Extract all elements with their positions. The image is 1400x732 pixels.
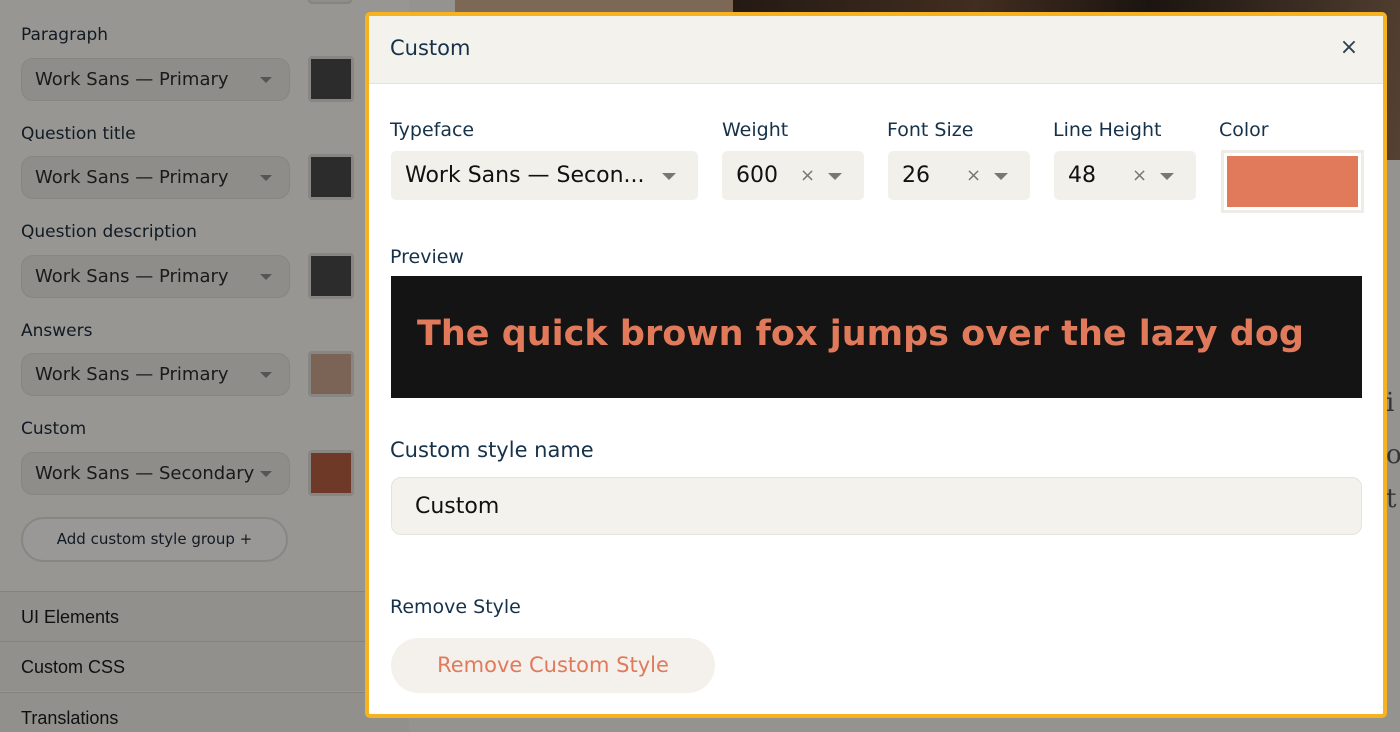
color-swatch-fill (1227, 156, 1358, 207)
weight-value: 600 (736, 163, 778, 188)
preview-label: Preview (390, 246, 464, 268)
chevron-down-icon (1160, 173, 1174, 180)
dialog-title: Custom (390, 36, 471, 60)
close-icon[interactable]: × (1335, 34, 1363, 62)
typography-preview: The quick brown fox jumps over the lazy … (391, 276, 1362, 398)
chevron-down-icon (994, 173, 1008, 180)
color-picker-swatch[interactable] (1221, 150, 1364, 213)
line-height-value: 48 (1068, 163, 1096, 188)
clear-icon[interactable]: × (800, 151, 815, 200)
font-size-value: 26 (902, 163, 930, 188)
typeface-value: Work Sans — Secon... (405, 163, 645, 188)
chevron-down-icon (828, 173, 842, 180)
line-height-label: Line Height (1053, 119, 1162, 141)
font-size-label: Font Size (887, 119, 974, 141)
clear-icon[interactable]: × (966, 151, 981, 200)
typeface-select[interactable]: Work Sans — Secon... (391, 151, 698, 200)
remove-style-label: Remove Style (390, 596, 521, 618)
remove-custom-style-button[interactable]: Remove Custom Style (391, 638, 715, 693)
custom-style-name-input[interactable] (391, 477, 1362, 535)
clear-icon[interactable]: × (1132, 151, 1147, 200)
custom-style-name-label: Custom style name (390, 438, 594, 462)
preview-sample-text: The quick brown fox jumps over the lazy … (417, 314, 1304, 354)
dialog-header: Custom × (369, 16, 1383, 84)
custom-style-dialog: Custom × Typeface Weight Font Size Line … (365, 12, 1387, 718)
line-height-select[interactable]: 48 × (1054, 151, 1196, 200)
typeface-label: Typeface (390, 119, 475, 141)
weight-select[interactable]: 600 × (722, 151, 864, 200)
chevron-down-icon (662, 173, 676, 180)
weight-label: Weight (722, 119, 789, 141)
color-label: Color (1219, 119, 1269, 141)
font-size-select[interactable]: 26 × (888, 151, 1030, 200)
